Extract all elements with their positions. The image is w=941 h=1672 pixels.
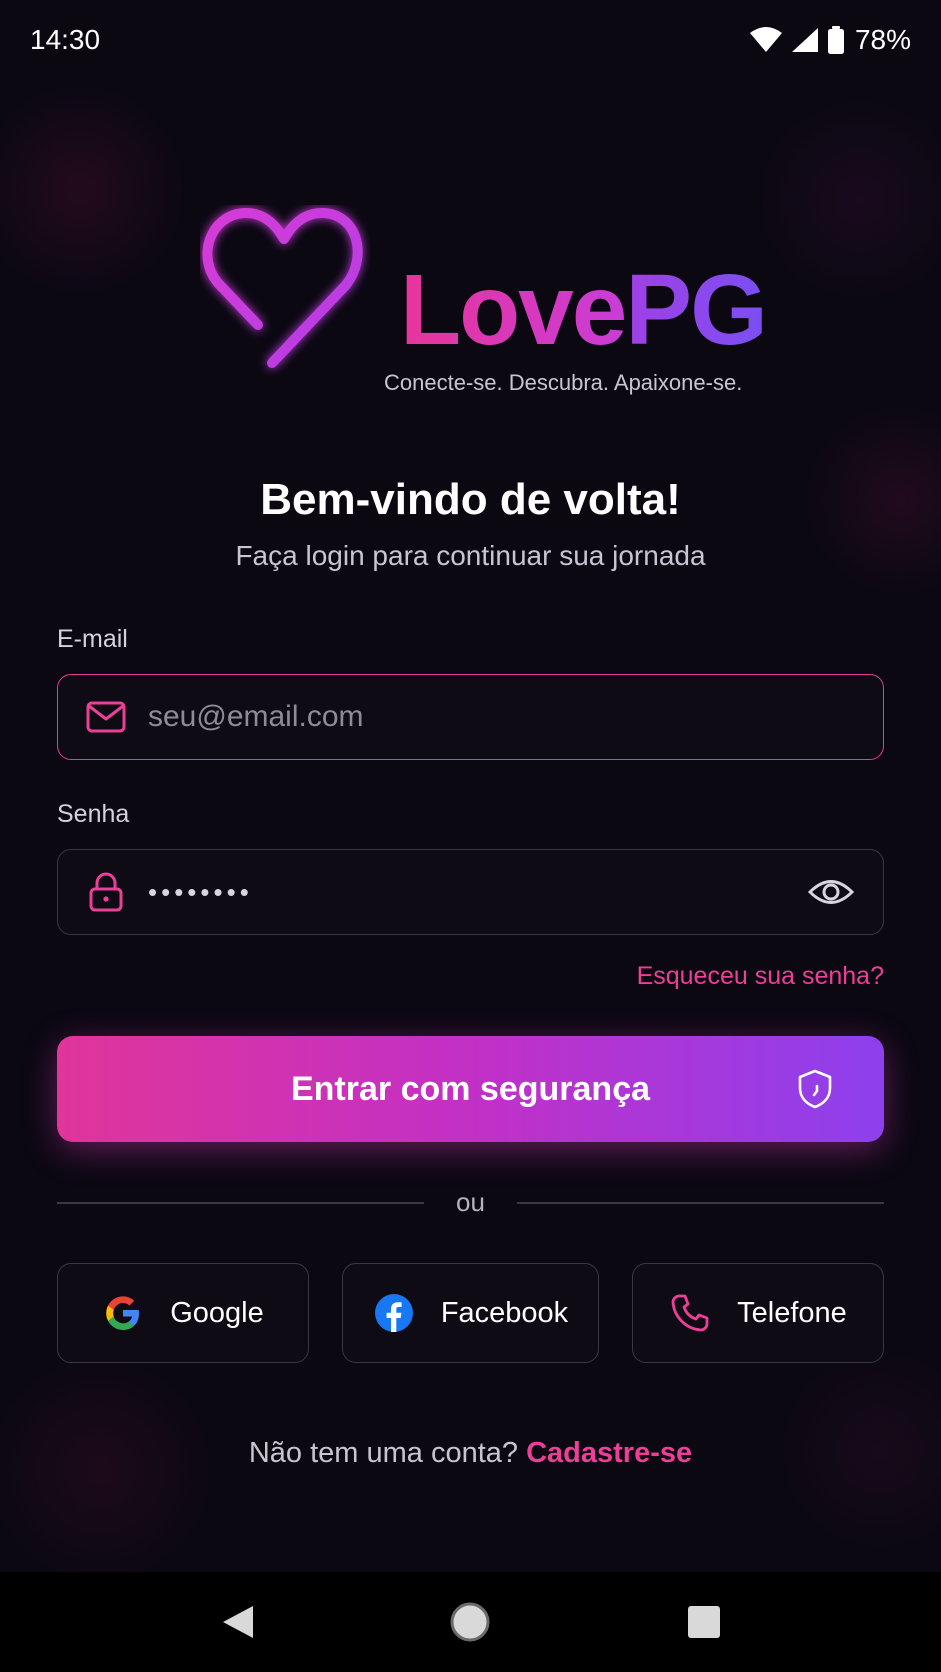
google-login-button[interactable]: Google — [57, 1263, 309, 1363]
signal-icon — [791, 27, 819, 53]
shield-icon — [798, 1069, 832, 1114]
email-label: E-mail — [57, 625, 128, 653]
status-time: 14:30 — [30, 24, 101, 55]
brand-name-love: Love — [400, 254, 627, 366]
status-bar: 14:30 78% — [0, 0, 941, 80]
eye-icon[interactable] — [807, 872, 855, 912]
signup-link[interactable]: Cadastre-se — [526, 1437, 692, 1469]
password-value: •••••••• — [148, 876, 253, 907]
page-title: Bem-vindo de volta! — [260, 475, 681, 524]
mail-icon — [86, 697, 126, 737]
facebook-icon — [373, 1292, 415, 1334]
google-icon — [102, 1292, 144, 1334]
back-icon[interactable] — [207, 1592, 267, 1652]
facebook-label: Facebook — [440, 1296, 569, 1329]
login-screen: 14:30 78% LovePG Conecte-se. Descubra. A… — [0, 0, 941, 1672]
brand-name-pg: PG — [625, 254, 767, 366]
email-field[interactable]: seu@email.com — [57, 674, 884, 760]
facebook-login-button[interactable]: Facebook — [342, 1263, 599, 1363]
forgot-password-link[interactable]: Esqueceu sua senha? — [637, 962, 884, 991]
divider-line-right — [517, 1202, 884, 1204]
wifi-icon — [749, 27, 783, 53]
lock-icon — [86, 872, 126, 912]
system-nav-bar — [0, 1572, 941, 1672]
brand-name: LovePG — [400, 260, 768, 360]
battery-percentage: 78% — [854, 24, 911, 55]
login-button-label: Entrar com segurança — [290, 1069, 651, 1108]
email-placeholder: seu@email.com — [148, 700, 364, 733]
battery-icon — [827, 26, 845, 54]
recents-icon[interactable] — [674, 1592, 734, 1652]
phone-icon — [669, 1292, 711, 1334]
brand-logo: LovePG Conecte-se. Descubra. Apaixone-se… — [200, 205, 780, 405]
password-label: Senha — [57, 800, 130, 828]
signup-prompt-text: Não tem uma conta? — [248, 1437, 519, 1469]
status-icons: 78% — [749, 24, 911, 56]
password-field[interactable]: •••••••• — [57, 849, 884, 935]
login-button[interactable]: Entrar com segurança — [57, 1036, 884, 1142]
home-icon[interactable] — [440, 1592, 500, 1652]
phone-label: Telefone — [737, 1296, 847, 1329]
google-label: Google — [170, 1296, 264, 1329]
or-divider: ou — [57, 1183, 884, 1223]
phone-login-button[interactable]: Telefone — [632, 1263, 884, 1363]
page-subtitle: Faça login para continuar sua jornada — [235, 540, 706, 571]
signup-prompt: Não tem uma conta? Cadastre-se — [0, 1437, 941, 1470]
brand-tagline: Conecte-se. Descubra. Apaixone-se. — [384, 370, 743, 395]
heart-logo-icon — [200, 205, 370, 390]
